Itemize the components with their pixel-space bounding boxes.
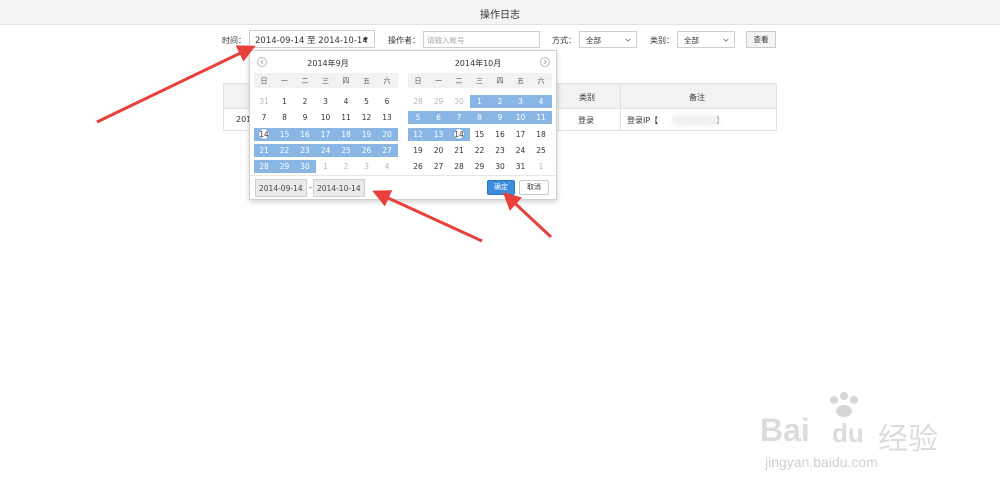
watermark-url: jingyan.baidu.com [765,454,878,470]
arrow-to-date-field [96,45,256,124]
arrow-to-confirm [502,191,553,239]
arrow-to-date-inputs [372,190,483,243]
baidu-jingyan-watermark: Bai du 经验 jingyan.baidu.com [760,390,980,480]
paw-logo-icon [830,392,858,417]
watermark-brand-tail: du [832,418,864,448]
watermark-brand-cn: 经验 [878,422,938,457]
watermark-brand: Bai [760,412,810,448]
